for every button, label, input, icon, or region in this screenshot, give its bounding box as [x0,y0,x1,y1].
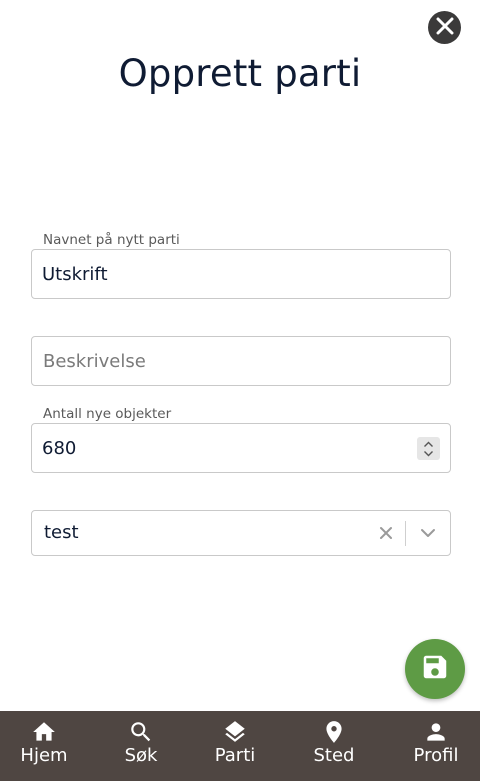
person-icon [423,719,449,745]
nav-item-parti[interactable]: Parti [209,711,261,781]
name-input[interactable] [32,250,450,298]
stepper-arrows-icon [424,441,433,456]
page-title: Opprett parti [118,52,362,95]
nav-item-home[interactable]: Hjem [15,711,73,781]
chevron-down-icon[interactable] [418,523,438,543]
home-icon [31,719,57,745]
bottom-nav: Hjem Søk Parti Sted Profil [0,711,480,781]
description-field[interactable] [31,336,451,386]
close-icon [436,17,454,39]
description-input[interactable] [32,337,450,385]
count-input[interactable] [32,424,450,472]
nav-label-profil: Profil [413,745,459,766]
nav-label-home: Hjem [20,745,68,766]
location-pin-icon [321,719,347,745]
count-field[interactable] [31,423,451,473]
quantity-stepper[interactable] [417,437,440,460]
nav-item-sted[interactable]: Sted [309,711,359,781]
save-button[interactable] [405,639,465,699]
select-separator [405,521,406,546]
name-field-label: Navnet på nytt parti [43,232,180,248]
select-value: test [44,522,79,543]
save-icon [420,652,450,686]
layers-icon [222,719,248,745]
nav-item-profil[interactable]: Profil [408,711,464,781]
nav-label-sted: Sted [313,745,355,766]
nav-item-search[interactable]: Søk [116,711,166,781]
clear-icon[interactable] [376,523,396,543]
nav-label-parti: Parti [214,745,256,766]
name-field[interactable] [31,249,451,299]
count-field-label: Antall nye objekter [43,406,172,422]
party-select[interactable]: test [31,510,451,556]
search-icon [128,719,154,745]
nav-label-search: Søk [124,745,158,766]
close-button[interactable] [428,11,461,44]
